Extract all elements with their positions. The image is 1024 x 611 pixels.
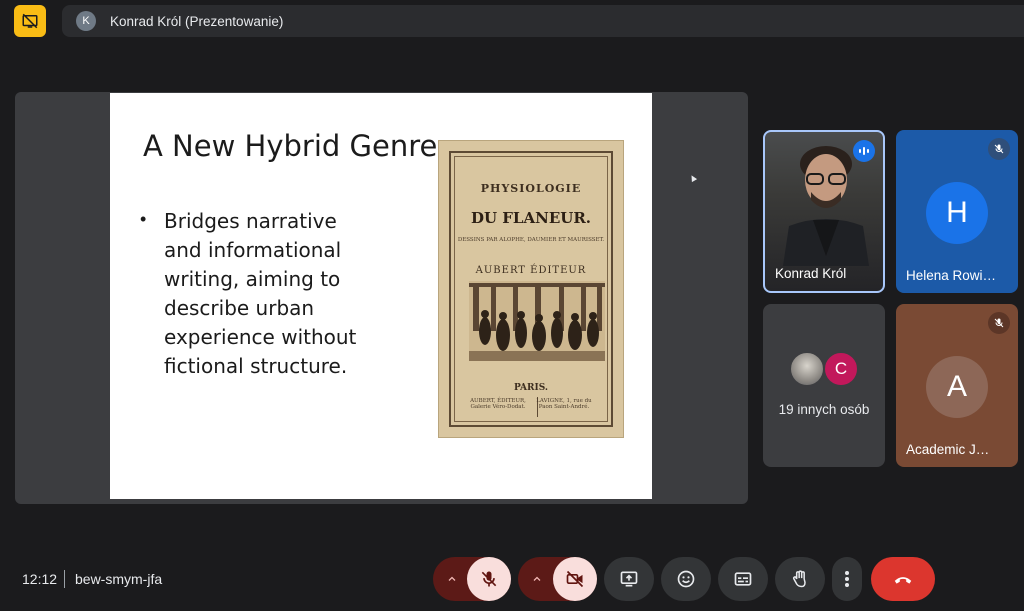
book-frame-inner: PHYSIOLOGIE DU FLANEUR. DESSINS PAR ALOP… (454, 156, 608, 422)
bullet-text: Bridges narrative and informational writ… (164, 209, 357, 378)
mic-off-icon (988, 138, 1010, 160)
captions-icon (734, 572, 752, 586)
participant-tile-konrad[interactable]: Konrad Król (763, 130, 885, 293)
participant-avatar: A (926, 356, 988, 418)
videocam-off-icon (566, 570, 584, 588)
clock: 12:12 (22, 571, 58, 587)
book-line-6: AUBERT, ÉDITEUR, Galerie Véro-Dodat. (470, 398, 526, 410)
other-participants-avatars: C (789, 351, 863, 387)
captions-button[interactable] (718, 557, 768, 601)
camera-control-group (518, 557, 597, 601)
presenter-label: Konrad Król (Prezentowanie) (110, 13, 284, 29)
engraving-illustration (469, 281, 605, 361)
mic-off-icon (988, 312, 1010, 334)
more-vert-icon (845, 571, 849, 587)
participant-avatar: H (926, 182, 988, 244)
more-options-button[interactable] (832, 557, 862, 601)
book-line-1: PHYSIOLOGIE (480, 182, 582, 195)
call-end-icon (894, 577, 912, 584)
avatar (789, 351, 825, 387)
slide-bullet: • Bridges narrative and informational wr… (140, 207, 380, 381)
book-line-4: AUBERT ÉDITEUR (475, 265, 587, 276)
camera-options-button[interactable] (518, 557, 556, 601)
chevron-up-icon (448, 576, 456, 581)
avatar: C (823, 351, 859, 387)
book-line-7: LAVIGNE, 1, rue du Paon Saint-André. (536, 398, 592, 410)
book-line-2: DU FLANEUR. (470, 209, 592, 227)
mic-options-button[interactable] (433, 557, 471, 601)
other-participants-tile[interactable]: C 19 innych osób (763, 304, 885, 467)
emoji-button[interactable] (661, 557, 711, 601)
book-frame: PHYSIOLOGIE DU FLANEUR. DESSINS PAR ALOP… (449, 151, 613, 427)
participant-name: Helena Rowi… (906, 268, 997, 283)
book-cover-image: PHYSIOLOGIE DU FLANEUR. DESSINS PAR ALOP… (438, 140, 624, 438)
presenter-avatar: K (76, 11, 96, 31)
speaking-indicator-icon (853, 140, 875, 162)
participant-tile-academic[interactable]: A Academic J… (896, 304, 1018, 467)
other-participants-label: 19 innych osób (778, 402, 870, 417)
present-screen-icon (620, 571, 638, 587)
chevron-up-icon (533, 576, 541, 581)
end-call-button[interactable] (871, 557, 935, 601)
mic-toggle-button[interactable] (467, 557, 511, 601)
camera-toggle-button[interactable] (553, 557, 597, 601)
presentation-slide: A New Hybrid Genre • Bridges narrative a… (110, 93, 652, 499)
book-line-5: PARIS. (513, 383, 549, 393)
slide-title: A New Hybrid Genre (143, 129, 438, 163)
meeting-code: bew-smym-jfa (75, 571, 163, 587)
participant-name: Academic J… (906, 442, 990, 457)
divider (64, 570, 65, 588)
raise-hand-icon (792, 570, 806, 588)
mic-control-group (433, 557, 511, 601)
bullet-dot: • (140, 209, 147, 229)
book-line-3: DESSINS PAR ALOPHE, DAUMIER ET MAURISSET… (457, 237, 605, 243)
mic-off-icon (481, 571, 497, 587)
participant-name: Konrad Król (775, 266, 847, 281)
presentation-off-icon[interactable] (14, 5, 46, 37)
present-screen-button[interactable] (604, 557, 654, 601)
participant-tile-helena[interactable]: H Helena Rowi… (896, 130, 1018, 293)
raise-hand-button[interactable] (775, 557, 825, 601)
presenter-bar[interactable]: K Konrad Król (Prezentowanie) (62, 5, 1024, 37)
emoji-icon (677, 570, 695, 588)
